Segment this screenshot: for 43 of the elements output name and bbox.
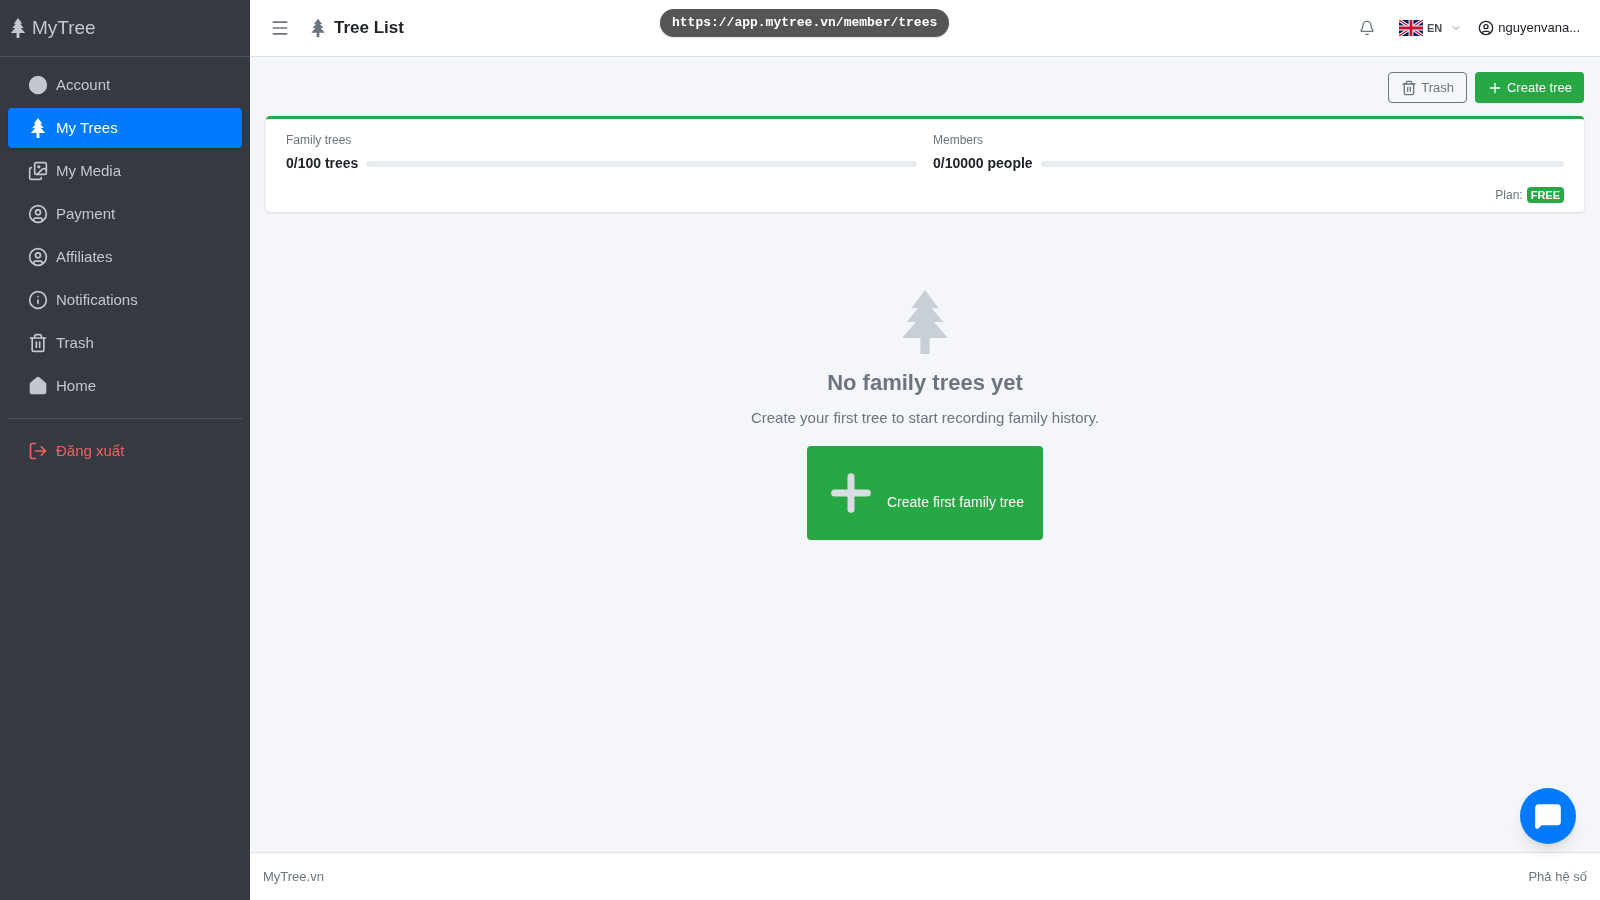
- sidebar-item[interactable]: Payment: [8, 194, 242, 234]
- home-icon: [28, 376, 48, 396]
- brand-name: MyTree: [32, 15, 96, 40]
- user-icon: [1478, 20, 1495, 36]
- user-icon: [28, 247, 48, 267]
- sidebar-item[interactable]: Trash: [8, 323, 242, 363]
- sidebar-item[interactable]: Affiliates: [8, 237, 242, 277]
- chat-icon: [1534, 802, 1562, 830]
- page-title: Tree List: [334, 17, 404, 40]
- images-icon: [28, 161, 48, 181]
- sidebar-item[interactable]: Account: [8, 65, 242, 105]
- plan-label: Plan:: [1495, 187, 1523, 204]
- flag-icon: [1399, 20, 1424, 36]
- meter-label: Family trees: [286, 132, 353, 149]
- footer-tagline: Phả hệ số: [1528, 867, 1587, 886]
- meter-reading: 0/100 trees: [286, 154, 359, 173]
- footer-brand: MyTree.vn: [263, 867, 324, 886]
- meter-label: Members: [933, 132, 984, 149]
- trash-icon: [28, 333, 48, 353]
- notification-bell-icon[interactable]: [1359, 20, 1376, 36]
- user-menu[interactable]: nguyenvana...: [1478, 18, 1580, 38]
- logout-link[interactable]: Đăng xuất: [8, 431, 242, 471]
- sidebar-item[interactable]: My Media: [8, 151, 242, 191]
- empty-state-title: No family trees yet: [827, 369, 1023, 397]
- logout-icon: [28, 441, 48, 461]
- chat-button[interactable]: [1520, 788, 1576, 844]
- tree-icon: [8, 18, 28, 38]
- user-icon: [28, 204, 48, 224]
- sidebar-item[interactable]: My Trees: [8, 108, 242, 148]
- sidebar-item[interactable]: Notifications: [8, 280, 242, 320]
- empty-state-text: Create your first tree to start recording family history.: [750, 408, 1100, 428]
- language-selector[interactable]: EN: [1399, 19, 1463, 37]
- tree-icon: [310, 18, 326, 38]
- info-icon: [28, 290, 48, 310]
- meter-reading: 0/10000 people: [933, 154, 1033, 173]
- tree-icon: [28, 118, 48, 138]
- sidebar-item[interactable]: Home: [8, 366, 242, 406]
- trash-icon: [1401, 79, 1418, 96]
- circle-icon: [28, 75, 48, 95]
- url-pill: https://app.mytree.vn/member/trees: [660, 9, 950, 37]
- menu-icon[interactable]: [270, 18, 290, 38]
- trash-button[interactable]: Trash: [1388, 72, 1467, 103]
- plan-badge: FREE: [1526, 186, 1564, 204]
